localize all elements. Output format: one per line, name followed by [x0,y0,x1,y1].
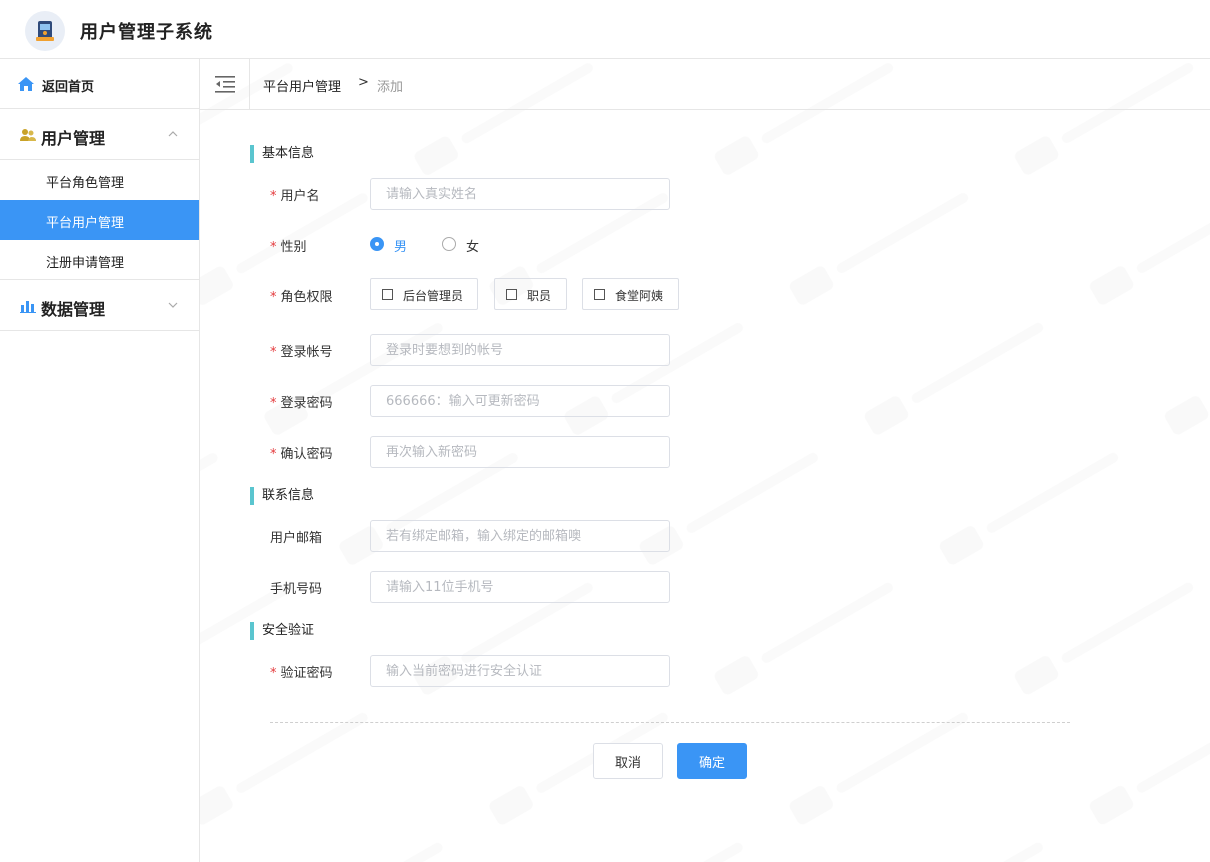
radio-circle [370,237,384,251]
sidebar-item-label: 平台用户管理 [46,216,125,231]
gender-radio-female[interactable]: 女 [442,236,492,255]
username-input[interactable] [370,178,670,210]
checkbox-box [594,289,605,300]
required-mark: * [270,447,277,462]
breadcrumb-current: 添加 [377,80,404,95]
sidebar-group-label: 数据管理 [41,300,106,319]
phone-label: 手机号码 [270,582,323,597]
account-input[interactable] [370,334,670,366]
roles-label-text: 角色权限 [280,290,333,305]
password-input[interactable] [370,385,670,417]
users-icon [20,129,36,141]
section-title-security: 安全验证 [250,622,314,640]
gender-option-label: 女 [466,240,480,255]
checkbox-box [382,289,393,300]
required-mark: * [270,290,277,305]
chevron-up-icon [168,131,178,137]
breadcrumb-bar: 平台用户管理 > 添加 [200,59,1210,110]
sidebar-group-data-management[interactable]: 数据管理 [0,281,199,331]
account-label-text: 登录帐号 [280,345,333,360]
form-divider [270,722,1070,723]
email-label: 用户邮箱 [270,531,323,546]
verify-password-input[interactable] [370,655,670,687]
sidebar: 返回首页 用户管理 平台角色管理 平台用户管理 注册申请管理 数据管理 [0,59,200,862]
sidebar-group-label: 用户管理 [41,129,106,148]
sidebar-item-label: 注册申请管理 [46,256,125,271]
account-label: * 登录帐号 [270,341,333,360]
required-mark: * [270,240,277,255]
chevron-down-icon [168,302,178,308]
app-logo-icon [36,21,54,41]
radio-circle [442,237,456,251]
password-label-text: 登录密码 [280,396,333,411]
gender-label: * 性别 [270,236,307,255]
home-link[interactable]: 返回首页 [0,59,199,109]
gender-label-text: 性别 [280,240,307,255]
section-title-contact-info: 联系信息 [250,487,314,505]
role-checkbox-staff[interactable]: 职员 [494,278,567,310]
phone-input[interactable] [370,571,670,603]
role-option-label: 后台管理员 [403,289,464,303]
breadcrumb-separator: > [358,75,369,90]
breadcrumb-parent-link[interactable]: 平台用户管理 [263,76,341,95]
role-checkbox-canteen[interactable]: 食堂阿姨 [582,278,679,310]
sidebar-item-registration-management[interactable]: 注册申请管理 [0,240,199,280]
required-mark: * [270,189,277,204]
roles-label: * 角色权限 [270,286,333,305]
sidebar-collapse-button[interactable] [200,59,250,109]
required-mark: * [270,666,277,681]
bar-chart-icon [20,301,36,313]
app-logo [25,11,65,51]
verify-password-label-text: 验证密码 [280,666,333,681]
app-header: 用户管理子系统 [0,0,1210,59]
checkbox-box [506,289,517,300]
username-label-text: 用户名 [280,189,320,204]
confirm-button[interactable]: 确定 [677,743,747,779]
section-title-basic-info: 基本信息 [250,145,314,163]
username-label: * 用户名 [270,185,320,204]
gender-option-label: 男 [394,240,408,255]
outdent-icon [215,76,235,93]
sidebar-item-user-management[interactable]: 平台用户管理 [0,200,199,240]
role-checkbox-admin[interactable]: 后台管理员 [370,278,478,310]
email-input[interactable] [370,520,670,552]
app-title: 用户管理子系统 [80,22,213,43]
required-mark: * [270,345,277,360]
confirm-password-label-text: 确认密码 [280,447,333,462]
gender-radio-male[interactable]: 男 [370,236,420,255]
confirm-password-input[interactable] [370,436,670,468]
cancel-button[interactable]: 取消 [593,743,663,779]
password-label: * 登录密码 [270,392,333,411]
home-icon [18,77,34,91]
role-option-label: 职员 [527,289,552,303]
verify-password-label: * 验证密码 [270,662,333,681]
role-option-label: 食堂阿姨 [615,289,664,303]
sidebar-item-label: 平台角色管理 [46,176,125,191]
required-mark: * [270,396,277,411]
sidebar-item-role-management[interactable]: 平台角色管理 [0,160,199,200]
home-link-label: 返回首页 [42,80,95,95]
confirm-password-label: * 确认密码 [270,443,333,462]
sidebar-group-user-management[interactable]: 用户管理 [0,110,199,160]
